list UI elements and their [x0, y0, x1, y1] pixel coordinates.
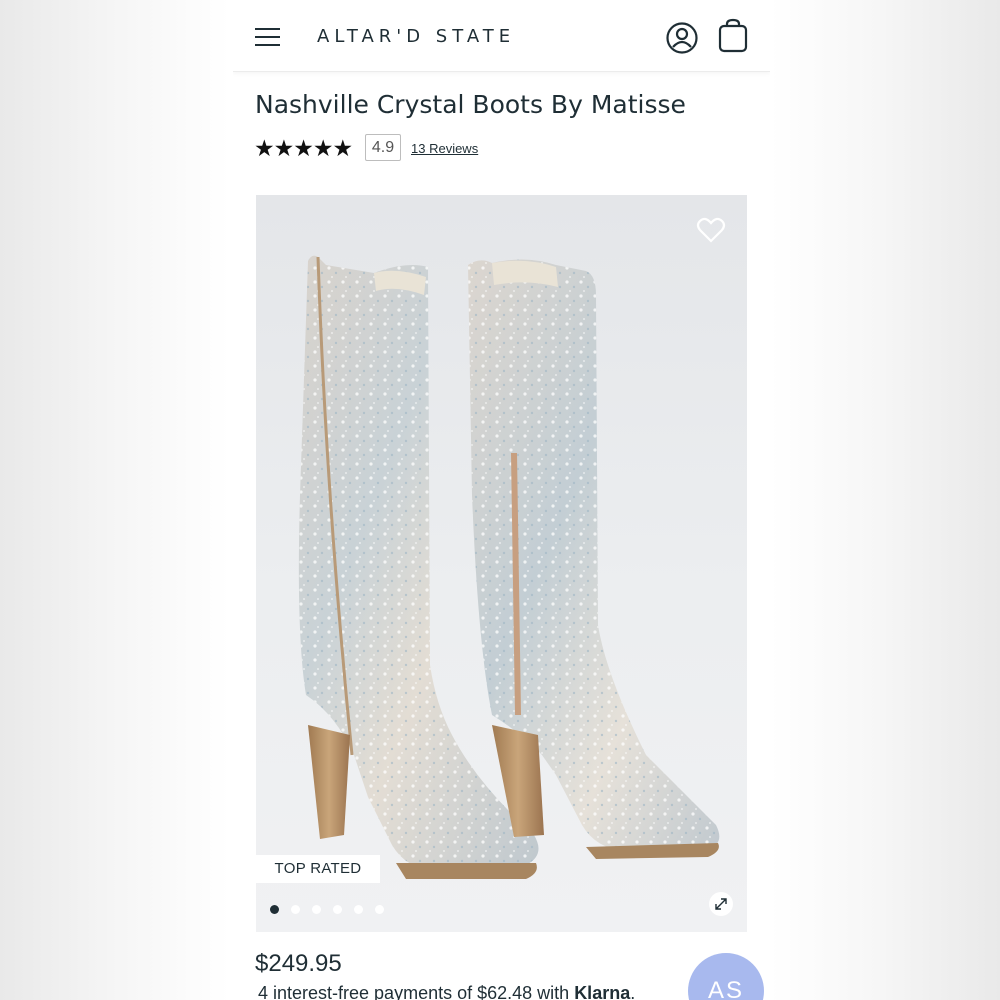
klarna-link[interactable]: Klarna: [574, 983, 630, 1000]
product-image-gallery[interactable]: TOP RATED: [256, 195, 747, 932]
top-rated-badge: TOP RATED: [256, 855, 380, 883]
site-header: ALTAR'D STATE: [233, 0, 770, 72]
menu-icon[interactable]: [253, 24, 281, 50]
klarna-financing-text: 4 interest-free payments of $62.48 with …: [258, 983, 635, 1000]
product-image: [298, 255, 720, 879]
heart-icon[interactable]: [696, 215, 726, 245]
gallery-dot-1[interactable]: [270, 905, 279, 914]
chat-widget-label: AS: [707, 977, 744, 1000]
gallery-dot-6[interactable]: [375, 905, 384, 914]
mobile-page: ALTAR'D STATE Nashville Crystal Boots By…: [233, 0, 770, 1000]
brand-logo[interactable]: ALTAR'D STATE: [317, 26, 515, 47]
klarna-installment-text: 4 interest-free payments of $62.48 with: [258, 983, 570, 1000]
account-icon[interactable]: [665, 21, 699, 55]
gallery-dot-5[interactable]: [354, 905, 363, 914]
star-rating-icon: ★★★★★: [254, 135, 353, 161]
gallery-dot-4[interactable]: [333, 905, 342, 914]
product-price: $249.95: [255, 950, 342, 977]
rating-summary: ★★★★★ 4.9 13 Reviews: [254, 133, 554, 163]
gallery-dot-3[interactable]: [312, 905, 321, 914]
product-title: Nashville Crystal Boots By Matisse: [255, 90, 686, 119]
rating-score: 4.9: [365, 134, 401, 161]
expand-arrows-icon: [715, 898, 727, 910]
expand-icon[interactable]: [709, 892, 733, 916]
gallery-pagination: [270, 905, 400, 917]
gallery-dot-2[interactable]: [291, 905, 300, 914]
klarna-suffix: .: [630, 983, 636, 1000]
shopping-bag-icon[interactable]: [717, 18, 749, 54]
reviews-link[interactable]: 13 Reviews: [411, 141, 478, 156]
chat-widget-button[interactable]: AS: [688, 953, 764, 1000]
